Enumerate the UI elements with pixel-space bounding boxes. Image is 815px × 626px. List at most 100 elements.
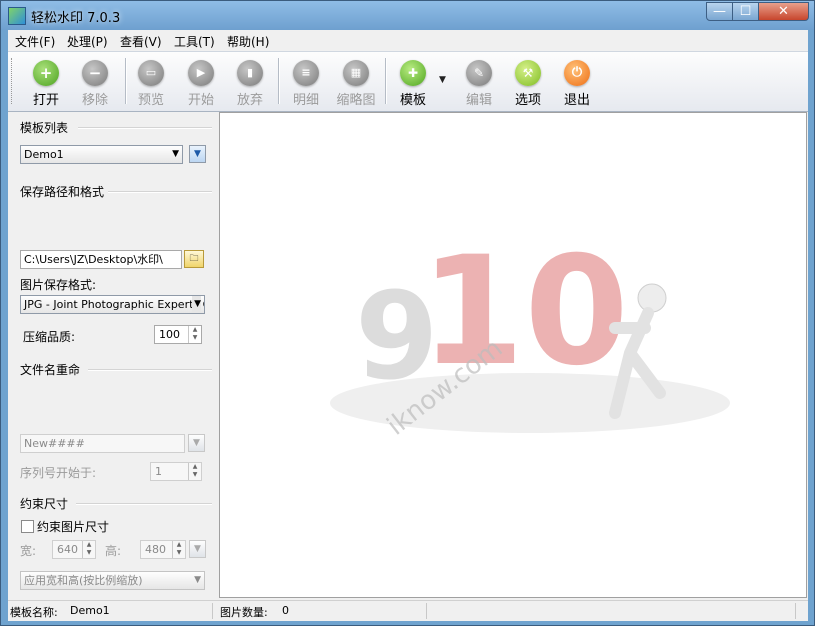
format-select[interactable]: JPG - Joint Photographic Experts Group▼ bbox=[20, 295, 205, 314]
save-section-title: 保存路径和格式 bbox=[20, 185, 105, 199]
status-divider bbox=[426, 603, 427, 619]
rename-pattern-input[interactable]: New#### bbox=[20, 434, 185, 453]
resize-grip-icon[interactable] bbox=[795, 603, 796, 619]
spin-arrows-icon[interactable]: ▲ ▼ bbox=[82, 541, 95, 558]
quality-value: 100 bbox=[159, 328, 180, 341]
scale-mode-select[interactable]: 应用宽和高(按比例缩放) ▼ bbox=[20, 571, 205, 590]
start-button[interactable]: ▶ 开始 bbox=[176, 58, 226, 108]
detail-list-icon: ≡ bbox=[293, 60, 319, 86]
scale-mode-value: 应用宽和高(按比例缩放) bbox=[24, 574, 143, 587]
thumbnail-button[interactable]: ▦ 缩略图 bbox=[331, 58, 381, 108]
preview-label: 预览 bbox=[137, 93, 164, 108]
options-button[interactable]: ⚒ 选项 bbox=[503, 58, 553, 108]
menu-process[interactable]: 处理(P) bbox=[67, 33, 108, 50]
chevron-down-icon: ▼ bbox=[194, 544, 201, 554]
menu-view[interactable]: 查看(V) bbox=[120, 33, 162, 50]
chevron-down-icon: ▼ bbox=[193, 438, 200, 448]
template-select-value: Demo1 bbox=[24, 148, 64, 161]
spin-arrows-icon[interactable]: ▲ ▼ bbox=[188, 326, 201, 343]
chevron-down-icon: ▼ bbox=[194, 149, 201, 159]
preview-canvas[interactable]: 9 10 iknow.com bbox=[219, 112, 807, 598]
spin-arrows-icon[interactable]: ▲ ▼ bbox=[188, 463, 201, 480]
printer-icon: ▭ bbox=[138, 60, 164, 86]
puzzle-icon: ✚ bbox=[400, 60, 426, 86]
height-stepper[interactable]: 480 ▲ ▼ bbox=[140, 540, 186, 559]
constrain-checkbox[interactable] bbox=[21, 520, 34, 533]
height-label: 高: bbox=[105, 544, 122, 558]
spin-arrows-icon[interactable]: ▲ ▼ bbox=[172, 541, 185, 558]
sequence-stepper[interactable]: 1 ▲ ▼ bbox=[150, 462, 202, 481]
client-area: 文件(F) 处理(P) 查看(V) 工具(T) 帮助(H) + 打开 − 移除 … bbox=[8, 30, 808, 621]
maximize-button[interactable]: ☐ bbox=[732, 2, 759, 21]
title-bar[interactable]: 轻松水印 7.0.3 — ☐ ✕ bbox=[1, 1, 814, 30]
chevron-down-icon: ▼ bbox=[192, 296, 201, 313]
play-icon: ▶ bbox=[188, 60, 214, 86]
quality-stepper[interactable]: 100 ▲ ▼ bbox=[154, 325, 202, 344]
menu-help[interactable]: 帮助(H) bbox=[227, 33, 269, 50]
format-label: 图片保存格式: bbox=[20, 278, 97, 292]
rename-pattern-button[interactable]: ▼ bbox=[188, 434, 205, 452]
edit-button[interactable]: ✎ 编辑 bbox=[454, 58, 504, 108]
image-count-value: 0 bbox=[282, 604, 289, 617]
height-value: 480 bbox=[145, 543, 166, 556]
format-select-value: JPG - Joint Photographic Experts Group bbox=[24, 298, 204, 311]
template-name-label: 模板名称: bbox=[10, 606, 58, 619]
app-icon bbox=[8, 7, 26, 25]
open-button[interactable]: + 打开 bbox=[21, 58, 71, 108]
template-select[interactable]: Demo1 ▼ bbox=[20, 145, 183, 164]
quality-label: 压缩品质: bbox=[23, 330, 76, 344]
toolbar-grip[interactable] bbox=[11, 58, 15, 104]
thumbnail-grid-icon: ▦ bbox=[343, 60, 369, 86]
detail-label: 明细 bbox=[292, 93, 319, 108]
template-dropdown-icon[interactable]: ▼ bbox=[439, 75, 446, 85]
menu-file[interactable]: 文件(F) bbox=[15, 33, 55, 50]
menu-bar: 文件(F) 处理(P) 查看(V) 工具(T) 帮助(H) bbox=[8, 30, 808, 50]
figure-head bbox=[637, 283, 667, 313]
toolbar-separator bbox=[278, 58, 280, 104]
width-label: 宽: bbox=[20, 544, 37, 558]
save-path-input[interactable]: C:\Users\JZ\Desktop\水印\ bbox=[20, 250, 182, 269]
wrench-icon: ⚒ bbox=[515, 60, 541, 86]
width-stepper[interactable]: 640 ▲ ▼ bbox=[52, 540, 96, 559]
divider bbox=[76, 503, 212, 505]
left-panel: 模板列表 Demo1 ▼ ▼ 保存路径和格式 C:\Users\JZ\Deskto… bbox=[8, 112, 216, 597]
divider bbox=[88, 369, 212, 371]
divider bbox=[78, 127, 212, 129]
start-label: 开始 bbox=[187, 93, 214, 108]
exit-label: 退出 bbox=[563, 93, 590, 108]
detail-button[interactable]: ≡ 明细 bbox=[281, 58, 331, 108]
thumbnail-label: 缩略图 bbox=[336, 93, 376, 108]
minimize-button[interactable]: — bbox=[706, 2, 733, 21]
browse-folder-button[interactable]: 🗀 bbox=[184, 250, 204, 268]
plus-icon: + bbox=[33, 60, 59, 86]
close-button[interactable]: ✕ bbox=[758, 2, 809, 21]
remove-label: 移除 bbox=[81, 93, 108, 108]
app-window: 轻松水印 7.0.3 — ☐ ✕ 文件(F) 处理(P) 查看(V) 工具(T)… bbox=[0, 0, 815, 626]
constrain-section-title: 约束尺寸 bbox=[20, 497, 69, 511]
sample-image: 9 10 iknow.com bbox=[330, 225, 730, 442]
toolbar-separator bbox=[385, 58, 387, 104]
preview-button[interactable]: ▭ 预览 bbox=[126, 58, 176, 108]
remove-button[interactable]: − 移除 bbox=[70, 58, 120, 108]
window-title: 轻松水印 7.0.3 bbox=[31, 11, 121, 26]
template-list-title: 模板列表 bbox=[20, 121, 69, 135]
constrain-options-button[interactable]: ▼ bbox=[189, 540, 206, 558]
stop-icon: ▮ bbox=[237, 60, 263, 86]
edit-label: 编辑 bbox=[465, 93, 492, 108]
template-action-button[interactable]: ▼ bbox=[189, 145, 206, 163]
template-label: 模板 bbox=[399, 93, 426, 108]
rename-section-title: 文件名重命 bbox=[20, 363, 81, 377]
abort-button[interactable]: ▮ 放弃 bbox=[225, 58, 275, 108]
exit-button[interactable]: ⏻ 退出 bbox=[552, 58, 602, 108]
template-button[interactable]: ✚ 模板 bbox=[388, 58, 438, 108]
status-divider bbox=[212, 603, 213, 619]
menu-tools[interactable]: 工具(T) bbox=[174, 33, 215, 50]
chevron-down-icon: ▼ bbox=[194, 575, 201, 585]
folder-icon: 🗀 bbox=[189, 254, 199, 264]
width-value: 640 bbox=[57, 543, 78, 556]
minus-icon: − bbox=[82, 60, 108, 86]
options-label: 选项 bbox=[514, 93, 541, 108]
divider bbox=[108, 191, 212, 193]
sequence-value: 1 bbox=[155, 465, 162, 478]
image-count-label: 图片数量: bbox=[220, 606, 268, 619]
